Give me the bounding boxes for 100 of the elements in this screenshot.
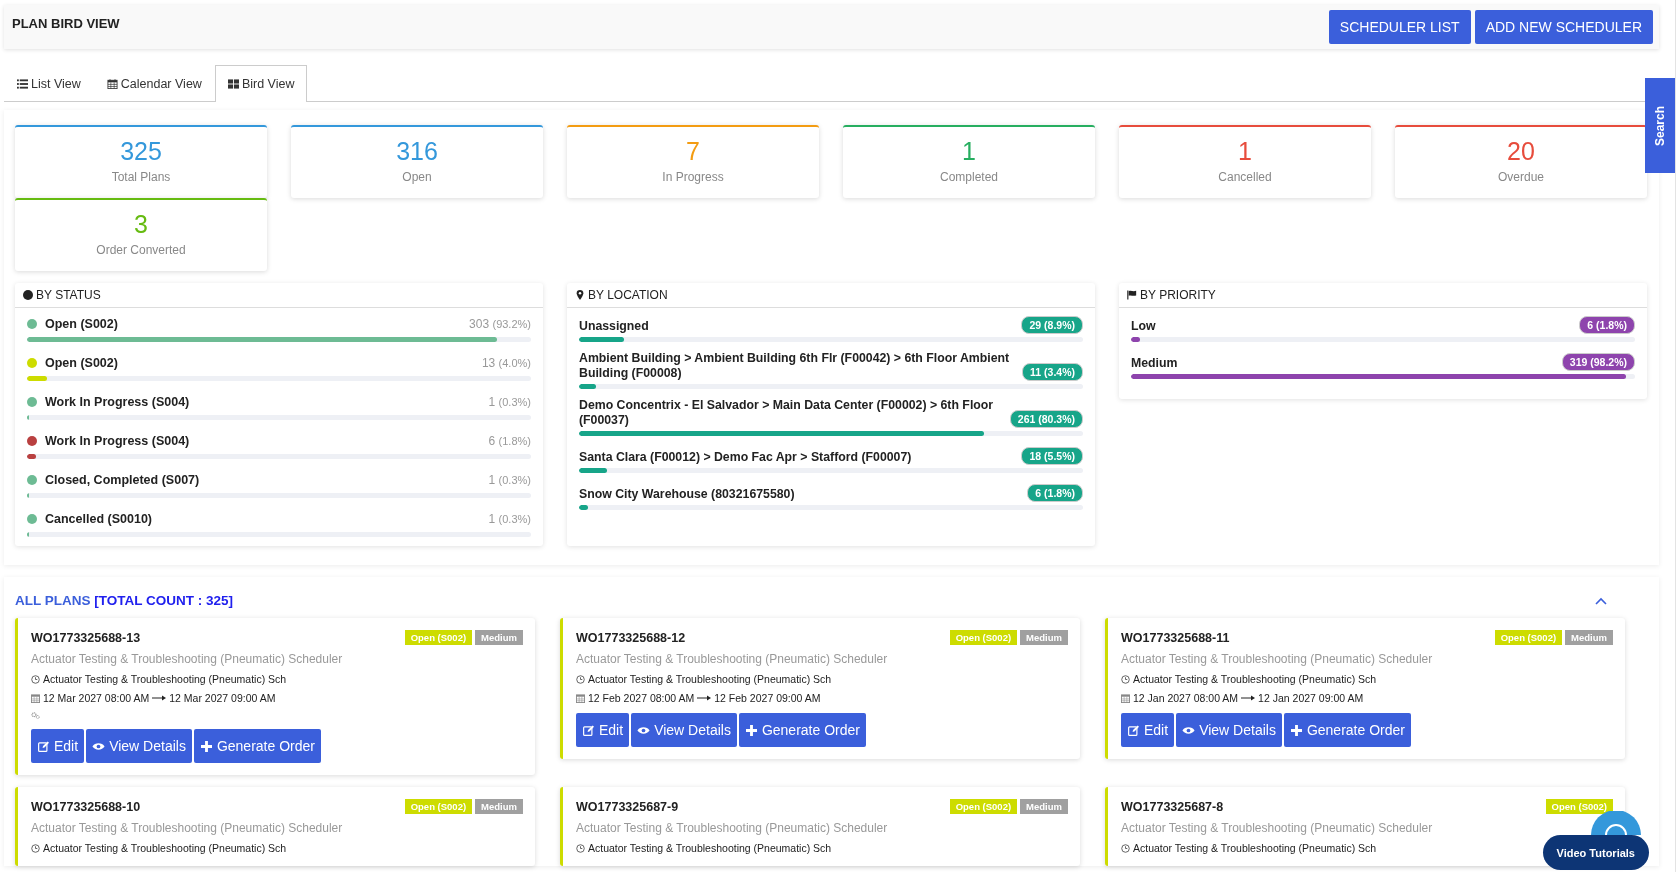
status-count: 1 (0.3%) (488, 473, 531, 487)
header-button[interactable]: ADD NEW SCHEDULER (1474, 10, 1653, 44)
stat-value: 325 (120, 137, 162, 166)
generate-button[interactable]: Generate Order (193, 729, 321, 763)
panel-title: BY STATUS (36, 288, 101, 302)
schedule-name: Actuator Testing & Troubleshooting (Pneumatic) Sch (588, 842, 832, 854)
circle-icon (23, 290, 33, 300)
status-count: 6 (1.8%) (488, 434, 531, 448)
plus-icon (199, 740, 213, 752)
priority-label: Low (1131, 319, 1156, 334)
clock-icon (576, 843, 585, 853)
panel-title: BY LOCATION (588, 288, 668, 302)
location-label: Snow City Warehouse (80321675580) (579, 487, 795, 502)
plan-id: WO1773325688-12 (576, 630, 686, 645)
priority-badge: Medium (1565, 630, 1613, 645)
count-badge: 319 (98.2%) (1561, 353, 1635, 371)
view-tab[interactable]: Calendar View (93, 65, 215, 101)
location-label: Demo Concentrix - El Salvador > Main Data Center (F00002) > 6th Floor (F00037) (579, 398, 995, 428)
status-label: Open (S002) (45, 317, 119, 331)
plan-id: WO1773325687-9 (576, 799, 679, 814)
generate-button[interactable]: Generate Order (738, 713, 866, 747)
plan-name: Actuator Testing & Troubleshooting (Pneumatic) Scheduler (576, 652, 889, 666)
edit-icon (1127, 724, 1140, 736)
stat-label: Order Converted (96, 243, 186, 257)
schedule-name: Actuator Testing & Troubleshooting (Pneumatic) Sch (1133, 842, 1377, 854)
location-label: Santa Clara (F00012) > Demo Fac Apr > Stafford (F00007) (579, 450, 912, 465)
schedule-name: Actuator Testing & Troubleshooting (Pneumatic) Sch (43, 842, 287, 854)
stat-value: 3 (134, 210, 148, 239)
priority-badge: Medium (475, 630, 523, 645)
plan-id: WO1773325688-13 (31, 630, 141, 645)
plan-id: WO1773325688-11 (1121, 630, 1230, 645)
edit-icon (37, 740, 50, 752)
status-label: Cancelled (S0010) (45, 512, 153, 526)
priority-badge: Medium (1020, 630, 1068, 645)
edit-button[interactable]: Edit (576, 713, 630, 747)
view-tab[interactable]: Bird View (214, 65, 308, 102)
plan-name: Actuator Testing & Troubleshooting (Pneumatic) Scheduler (1121, 821, 1434, 835)
clock-icon (576, 674, 585, 684)
status-label: Work In Progress (S004) (45, 434, 191, 448)
edit-icon (582, 724, 595, 736)
chat-bubble-icon[interactable] (1591, 811, 1641, 835)
edit-button[interactable]: Edit (1121, 713, 1175, 747)
eye-icon (92, 740, 106, 752)
arrow-icon (697, 695, 712, 701)
stat-label: Overdue (1498, 170, 1544, 184)
stat-value: 1 (1238, 137, 1252, 166)
schedule-name: Actuator Testing & Troubleshooting (Pneumatic) Sch (1133, 673, 1377, 685)
generate-button[interactable]: Generate Order (1283, 713, 1411, 747)
location-label: Ambient Building > Ambient Building 6th Flr (F00042) > 6th Floor Ambient Building (F00008) (579, 351, 1011, 381)
view-button[interactable]: View Details (1176, 713, 1282, 747)
clock-icon (31, 843, 40, 853)
stat-value: 1 (962, 137, 976, 166)
map-pin-icon (575, 290, 585, 300)
plan-name: Actuator Testing & Troubleshooting (Pneumatic) Scheduler (576, 821, 889, 835)
view-button[interactable]: View Details (631, 713, 737, 747)
status-label: Open (S002) (45, 356, 119, 370)
view-button[interactable]: View Details (86, 729, 192, 763)
stat-value: 316 (396, 137, 438, 166)
clock-icon (31, 674, 40, 684)
grid-icon (227, 79, 239, 89)
clock-icon (1121, 674, 1130, 684)
video-tutorials-button[interactable]: Video Tutorials (1542, 835, 1649, 870)
edit-button[interactable]: Edit (31, 729, 85, 763)
status-count: 1 (0.3%) (488, 395, 531, 409)
count-badge: 18 (5.5%) (1021, 447, 1083, 465)
plan-name: Actuator Testing & Troubleshooting (Pneumatic) Scheduler (1121, 652, 1434, 666)
header-button[interactable]: SCHEDULER LIST (1328, 10, 1471, 44)
clock-icon (1121, 843, 1130, 853)
status-label: Work In Progress (S004) (45, 395, 191, 409)
end-date: 12 Mar 2027 09:00 AM (169, 692, 276, 704)
view-tab[interactable]: List View (4, 65, 94, 101)
stat-label: Completed (940, 170, 998, 184)
status-badge: Open (S002) (1545, 799, 1613, 814)
calendar-icon (1121, 693, 1130, 703)
priority-badge: Medium (1020, 799, 1068, 814)
panel-title: BY PRIORITY (1140, 288, 1216, 302)
status-count: 303 (93.2%) (469, 317, 531, 331)
chevron-icon[interactable] (1595, 596, 1607, 605)
stat-label: In Progress (662, 170, 724, 184)
calendar-icon (106, 78, 118, 89)
search-side-tab[interactable]: Search (1645, 78, 1675, 173)
status-badge: Open (S002) (949, 630, 1018, 645)
status-badge: Open (S002) (404, 630, 473, 645)
page-title: PLAN BIRD VIEW (12, 16, 120, 31)
plus-icon (1289, 724, 1303, 736)
stat-label: Open (402, 170, 432, 184)
plus-icon (744, 724, 758, 736)
count-badge: 11 (3.4%) (1022, 363, 1083, 381)
plan-name: Actuator Testing & Troubleshooting (Pneumatic) Scheduler (31, 652, 344, 666)
status-badge: Open (S002) (404, 799, 473, 814)
count-badge: 29 (8.9%) (1021, 316, 1083, 334)
arrow-icon (152, 695, 167, 701)
eye-icon (1182, 724, 1196, 736)
location-label: Unassigned (579, 319, 649, 334)
priority-badge: Medium (475, 799, 523, 814)
status-count: 1 (0.3%) (488, 512, 531, 526)
calendar-icon (31, 693, 40, 703)
flag-icon (1127, 290, 1137, 300)
status-badge: Open (S002) (1494, 630, 1563, 645)
calendar-icon (576, 693, 585, 703)
